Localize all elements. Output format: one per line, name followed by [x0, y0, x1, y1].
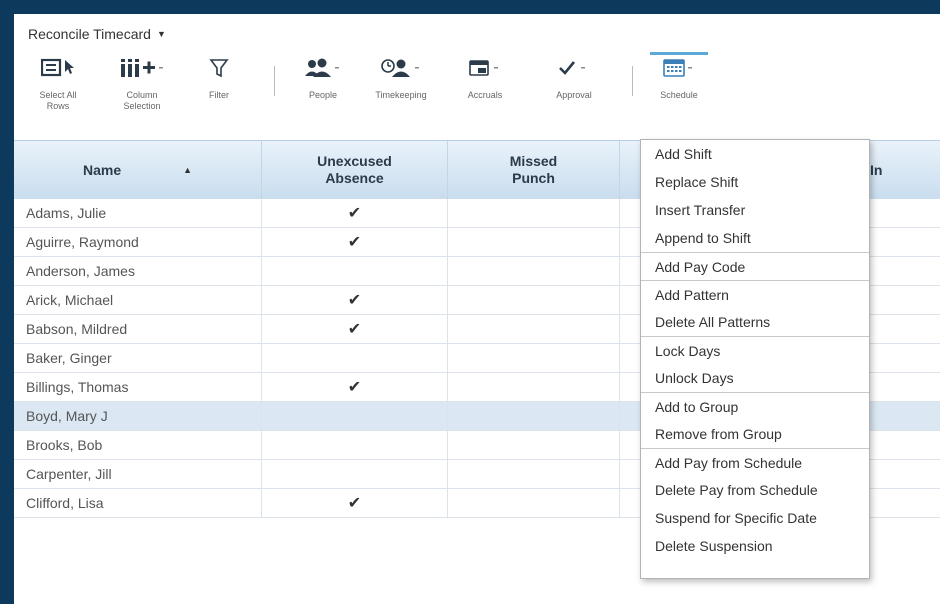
column-header-name-label: Name [82, 161, 122, 178]
filter-icon [209, 50, 229, 86]
menu-item-lock-days[interactable]: Lock Days [641, 336, 869, 364]
unexcused-absence-cell [262, 257, 448, 285]
people-label: People [308, 90, 338, 100]
unexcused-absence-cell: ✔ [262, 286, 448, 314]
menu-item-suspend-for-specific-date[interactable]: Suspend for Specific Date [641, 504, 869, 532]
filter-button[interactable]: Filter [202, 50, 236, 136]
column-header-missed-punch[interactable]: Missed Punch [448, 141, 620, 199]
schedule-label: Schedule [660, 90, 698, 100]
accruals-button[interactable]: Accruals [460, 50, 510, 136]
menu-item-insert-transfer[interactable]: Insert Transfer [641, 196, 869, 224]
employee-name-cell: Baker, Ginger [14, 344, 262, 372]
employee-name-cell: Anderson, James [14, 257, 262, 285]
menu-item-unlock-days[interactable]: Unlock Days [641, 364, 869, 392]
select-all-icon [41, 50, 75, 86]
menu-item-append-to-shift[interactable]: Append to Shift [641, 224, 869, 252]
column-selection-button[interactable]: Column Selection [112, 50, 172, 136]
toolbar-divider [632, 66, 633, 96]
column-header-name[interactable]: Name ▲ [14, 141, 262, 199]
menu-item-add-pay-code[interactable]: Add Pay Code [641, 252, 869, 280]
missed-punch-cell [448, 344, 620, 372]
missed-punch-cell [448, 489, 620, 517]
filter-label: Filter [209, 90, 229, 100]
accruals-label: Accruals [467, 90, 503, 100]
unexcused-absence-cell: ✔ [262, 228, 448, 256]
toolbar: Select All Rows Column Selection Filter … [14, 50, 940, 142]
missed-punch-cell [448, 431, 620, 459]
employee-name-cell: Boyd, Mary J [14, 402, 262, 430]
column-header-unexcused-absence[interactable]: Unexcused Absence [262, 141, 448, 199]
missed-punch-cell [448, 228, 620, 256]
employee-name-cell: Brooks, Bob [14, 431, 262, 459]
menu-item-delete-suspension[interactable]: Delete Suspension [641, 532, 869, 560]
unexcused-absence-cell [262, 344, 448, 372]
people-button[interactable]: People [300, 50, 346, 136]
employee-name-cell: Clifford, Lisa [14, 489, 262, 517]
column-selection-icon [119, 50, 165, 86]
accruals-icon [468, 50, 502, 86]
missed-punch-cell [448, 402, 620, 430]
approval-label: Approval [556, 90, 592, 100]
missed-punch-cell [448, 286, 620, 314]
select-all-label: Select All Rows [39, 90, 77, 111]
employee-name-cell: Billings, Thomas [14, 373, 262, 401]
employee-name-cell: Carpenter, Jill [14, 460, 262, 488]
menu-item-add-pattern[interactable]: Add Pattern [641, 280, 869, 308]
column-selection-label: Column Selection [123, 90, 161, 111]
menu-item-add-pay-from-schedule[interactable]: Add Pay from Schedule [641, 448, 869, 476]
missed-punch-cell [448, 257, 620, 285]
unexcused-absence-cell: ✔ [262, 489, 448, 517]
unexcused-absence-cell [262, 431, 448, 459]
chevron-down-icon: ▼ [156, 29, 166, 39]
select-all-rows-button[interactable]: Select All Rows [34, 50, 82, 136]
missed-punch-cell [448, 460, 620, 488]
employee-name-cell: Arick, Michael [14, 286, 262, 314]
toolbar-divider [274, 66, 275, 96]
checkmark-icon [557, 50, 591, 86]
employee-name-cell: Babson, Mildred [14, 315, 262, 343]
employee-name-cell: Adams, Julie [14, 199, 262, 227]
missed-punch-cell [448, 199, 620, 227]
people-icon [304, 50, 342, 86]
view-title-dropdown[interactable]: Reconcile Timecard ▼ [28, 24, 166, 44]
unexcused-absence-cell: ✔ [262, 199, 448, 227]
menu-item-remove-from-group[interactable]: Remove from Group [641, 420, 869, 448]
employee-name-cell: Aguirre, Raymond [14, 228, 262, 256]
view-title: Reconcile Timecard [28, 26, 151, 42]
menu-item-add-to-group[interactable]: Add to Group [641, 392, 869, 420]
app-frame: Reconcile Timecard ▼ Select All Rows Col… [14, 14, 940, 604]
menu-item-delete-all-patterns[interactable]: Delete All Patterns [641, 308, 869, 336]
schedule-button[interactable]: Schedule [650, 50, 708, 136]
unexcused-absence-cell: ✔ [262, 373, 448, 401]
calendar-icon [662, 50, 696, 86]
schedule-context-menu: Add Shift Replace Shift Insert Transfer App… [640, 139, 870, 579]
unexcused-absence-cell [262, 460, 448, 488]
menu-item-add-shift[interactable]: Add Shift [641, 140, 869, 168]
timekeeping-icon [379, 50, 423, 86]
missed-punch-cell [448, 315, 620, 343]
unexcused-absence-cell [262, 402, 448, 430]
timekeeping-button[interactable]: Timekeeping [366, 50, 436, 136]
missed-punch-cell [448, 373, 620, 401]
timekeeping-label: Timekeeping [375, 90, 427, 100]
unexcused-absence-cell: ✔ [262, 315, 448, 343]
sort-ascending-icon: ▲ [183, 164, 193, 175]
approval-button[interactable]: Approval [546, 50, 602, 136]
menu-item-delete-pay-from-schedule[interactable]: Delete Pay from Schedule [641, 476, 869, 504]
menu-item-replace-shift[interactable]: Replace Shift [641, 168, 869, 196]
